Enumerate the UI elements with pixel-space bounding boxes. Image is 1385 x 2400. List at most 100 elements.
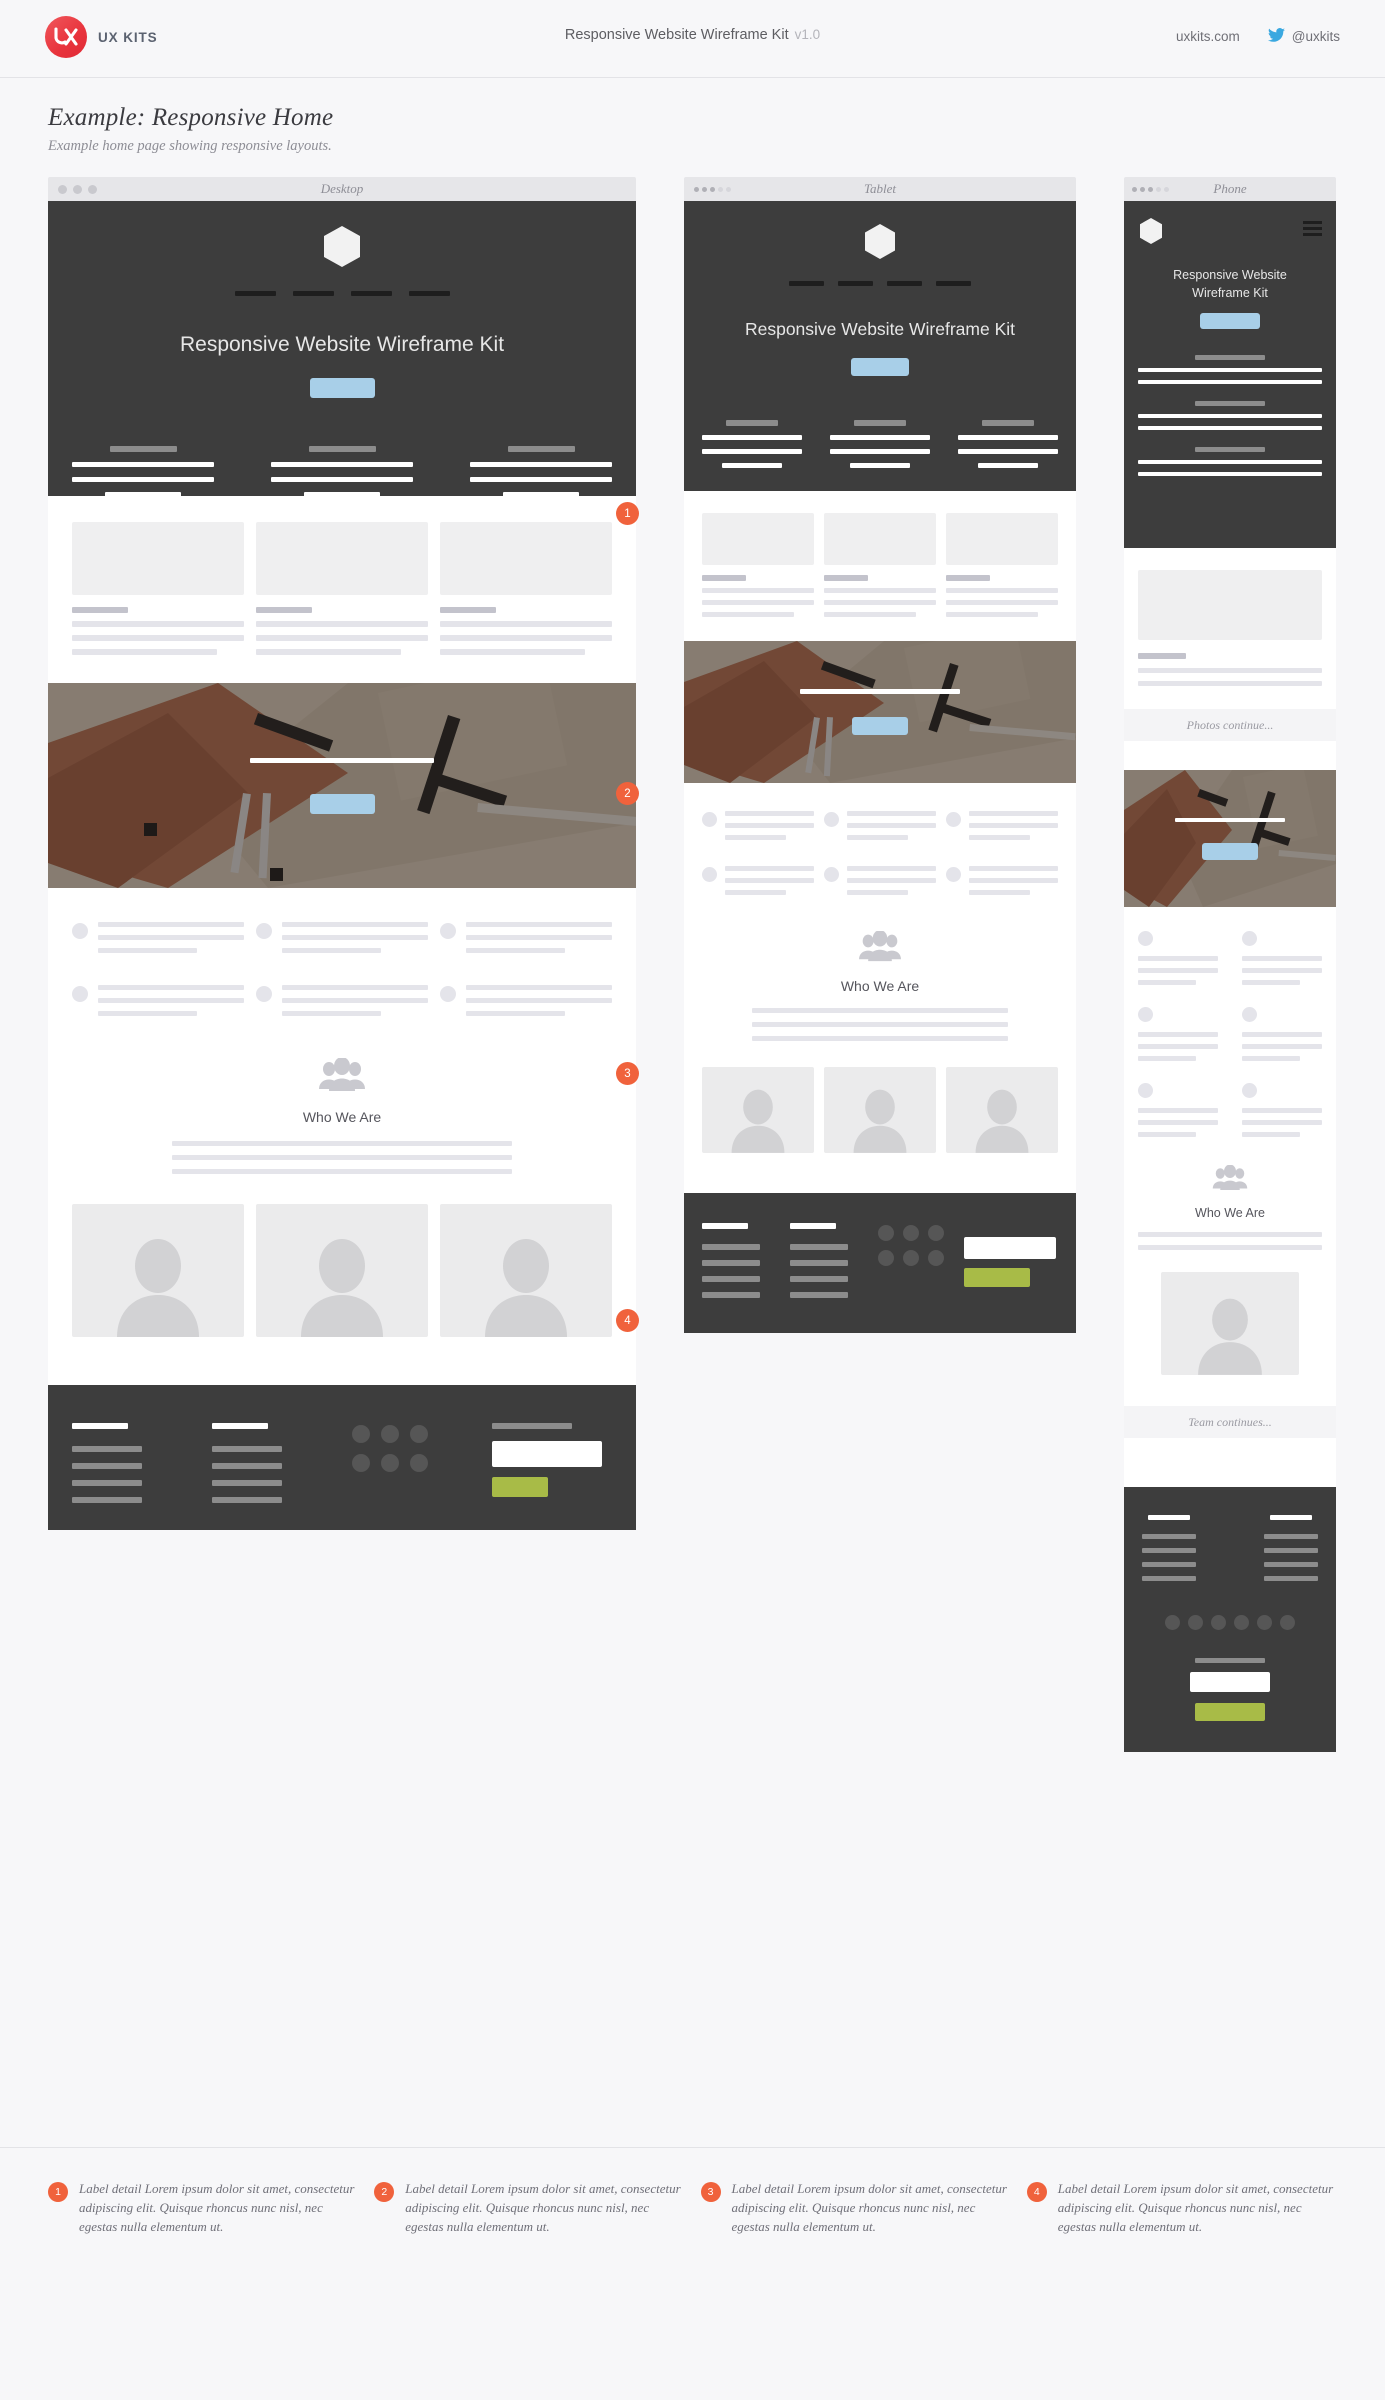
footer-link[interactable] [72,1446,142,1452]
callout-badge-3[interactable]: 3 [616,1062,639,1085]
footer-link[interactable] [72,1463,142,1469]
hero-cta-button[interactable] [309,378,375,398]
social-circle-icon[interactable] [352,1454,370,1472]
feature-item[interactable] [824,811,936,840]
team-avatar[interactable] [946,1067,1058,1153]
footer-link[interactable] [790,1260,848,1266]
window-dot[interactable] [1148,186,1153,192]
window-dot[interactable] [702,186,707,192]
social-circle-icon[interactable] [1188,1615,1203,1630]
feature-item[interactable] [946,866,1058,895]
card[interactable] [440,522,612,655]
window-dot[interactable] [73,184,82,194]
nav-item[interactable] [887,281,922,286]
feature-item[interactable] [702,866,814,895]
window-dot[interactable] [1164,186,1169,192]
footer-link[interactable] [790,1292,848,1298]
card[interactable] [824,513,936,617]
footer-link[interactable] [212,1497,282,1503]
feature-item[interactable] [1242,931,1322,985]
hero-cta-button[interactable] [1200,313,1260,330]
feature-item[interactable] [1242,1083,1322,1137]
social-circle-icon[interactable] [878,1225,894,1241]
phone-card[interactable] [1124,548,1336,700]
social-circle-icon[interactable] [381,1425,399,1443]
nav-item[interactable] [292,291,334,296]
social-circle-icon[interactable] [410,1454,428,1472]
feature-item[interactable] [72,922,244,953]
window-dot[interactable] [58,184,67,194]
hexagon-logo-icon[interactable] [1138,217,1164,250]
social-circle-icon[interactable] [1165,1615,1180,1630]
social-circle-icon[interactable] [1257,1615,1272,1630]
window-dot[interactable] [710,186,715,192]
email-input[interactable] [492,1441,602,1467]
footer-link[interactable] [702,1260,760,1266]
nav-item[interactable] [234,291,276,296]
feature-item[interactable] [440,985,612,1016]
nav-item[interactable] [789,281,824,286]
footer-link[interactable] [1142,1548,1196,1553]
nav-item[interactable] [408,291,450,296]
subscribe-button[interactable] [492,1477,548,1497]
footer-link[interactable] [212,1480,282,1486]
footer-link[interactable] [212,1463,282,1469]
social-circle-icon[interactable] [381,1454,399,1472]
feature-item[interactable] [1138,931,1218,985]
card[interactable] [702,513,814,617]
footer-link[interactable] [1264,1534,1318,1539]
card[interactable] [72,522,244,655]
subscribe-button[interactable] [964,1268,1030,1287]
subscribe-button[interactable] [1195,1703,1265,1721]
hexagon-logo-icon[interactable] [863,223,897,265]
nav-item[interactable] [936,281,971,286]
footer-link[interactable] [790,1244,848,1250]
feature-item[interactable] [256,922,428,953]
social-circle-icon[interactable] [928,1225,944,1241]
window-dot[interactable] [718,186,723,192]
social-circle-icon[interactable] [928,1250,944,1266]
nav-item[interactable] [350,291,392,296]
twitter-link[interactable]: @uxkits [1267,28,1340,45]
footer-link[interactable] [1142,1562,1196,1567]
footer-link[interactable] [702,1276,760,1282]
window-dot[interactable] [694,186,699,192]
footer-link[interactable] [1264,1548,1318,1553]
feature-item[interactable] [702,811,814,840]
window-dot[interactable] [1140,186,1145,192]
feature-item[interactable] [824,866,936,895]
window-dot[interactable] [88,184,97,194]
social-circle-icon[interactable] [903,1225,919,1241]
footer-link[interactable] [1264,1562,1318,1567]
social-circle-icon[interactable] [1280,1615,1295,1630]
team-avatar[interactable] [72,1204,244,1337]
team-avatar[interactable] [824,1067,936,1153]
footer-link[interactable] [1142,1534,1196,1539]
feature-item[interactable] [946,811,1058,840]
footer-link[interactable] [702,1244,760,1250]
hamburger-menu-icon[interactable] [1303,221,1322,236]
hero-cta-button[interactable] [851,358,909,376]
footer-link[interactable] [72,1497,142,1503]
social-circle-icon[interactable] [878,1250,894,1266]
social-circle-icon[interactable] [1211,1615,1226,1630]
feature-item[interactable] [72,985,244,1016]
photo-cta-button[interactable] [309,793,375,814]
team-avatar[interactable] [440,1204,612,1337]
footer-link[interactable] [1264,1576,1318,1581]
feature-item[interactable] [1138,1083,1218,1137]
footer-link[interactable] [1142,1576,1196,1581]
social-circle-icon[interactable] [903,1250,919,1266]
feature-item[interactable] [1138,1007,1218,1061]
feature-item[interactable] [440,922,612,953]
email-input[interactable] [1190,1672,1270,1692]
social-circle-icon[interactable] [1234,1615,1249,1630]
social-circle-icon[interactable] [410,1425,428,1443]
card[interactable] [256,522,428,655]
website-link[interactable]: uxkits.com [1176,29,1240,44]
callout-badge-4[interactable]: 4 [616,1309,639,1332]
callout-badge-1[interactable]: 1 [616,502,639,525]
photo-cta-button[interactable] [1202,842,1258,860]
footer-link[interactable] [790,1276,848,1282]
nav-item[interactable] [838,281,873,286]
